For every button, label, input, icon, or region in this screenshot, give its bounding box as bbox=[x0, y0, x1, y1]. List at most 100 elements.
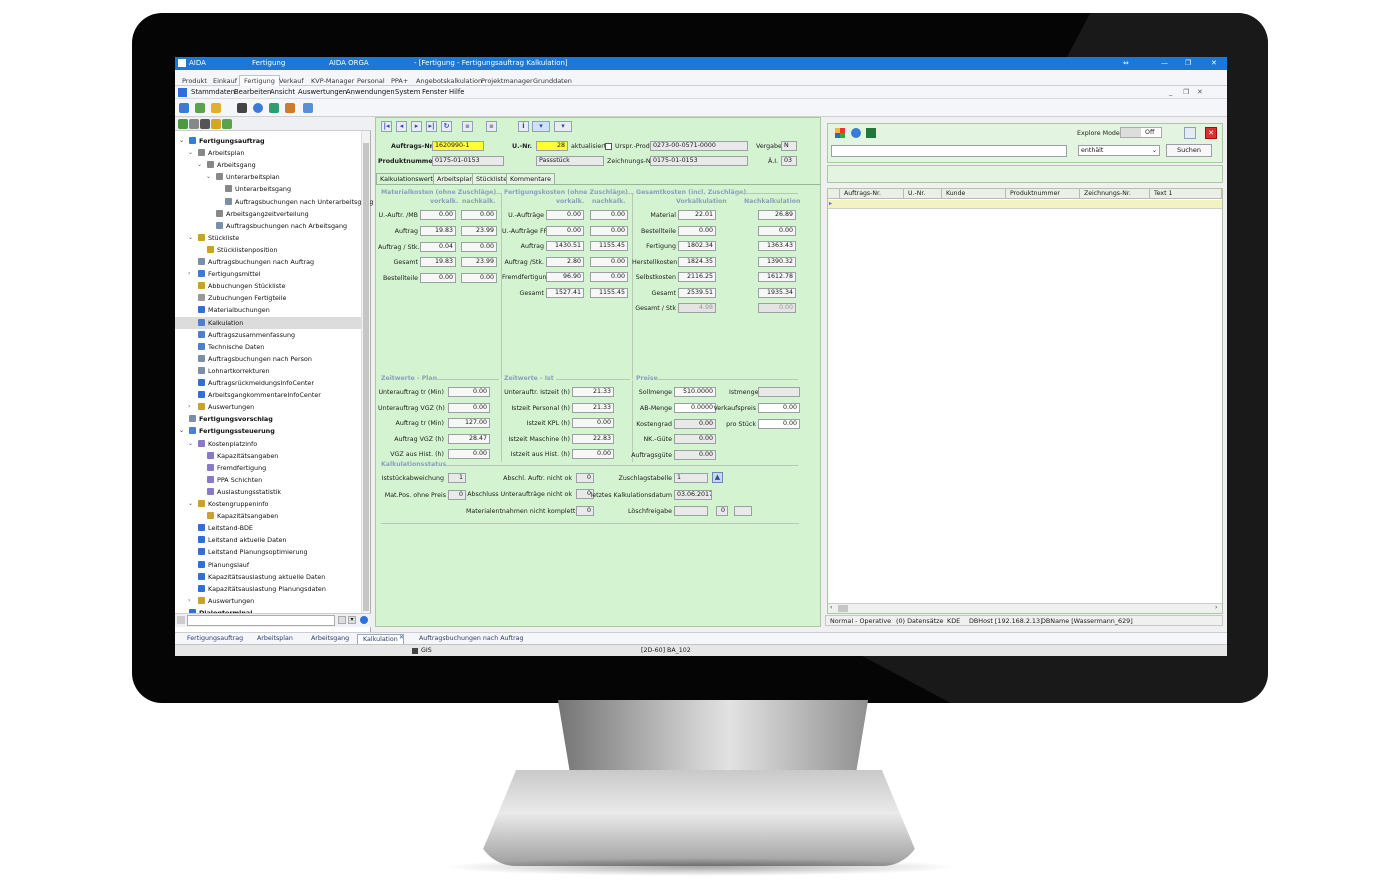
tree-item[interactable]: ⌄ Fertigungsauftrag bbox=[175, 135, 361, 147]
menu-stammdaten[interactable]: Stammdaten bbox=[191, 88, 235, 96]
nav-search-option-icon[interactable] bbox=[338, 616, 346, 624]
next-record-button[interactable]: ▸ bbox=[411, 121, 422, 132]
menu-fenster[interactable]: Fenster bbox=[422, 88, 447, 96]
loeschfreigabe-date-field[interactable] bbox=[674, 506, 708, 516]
tree-item[interactable]: Zubuchungen Fertigteile bbox=[175, 292, 361, 304]
time-field[interactable]: 28.47 bbox=[448, 433, 490, 444]
vorkalk-field[interactable]: 0.00 bbox=[546, 210, 584, 220]
match-mode-select[interactable]: enthält ⌄ bbox=[1078, 145, 1160, 156]
vorkalk-field[interactable]: 1527.41 bbox=[546, 288, 584, 298]
tree-item[interactable]: ArbeitsgangkommentareInfoCenter bbox=[175, 389, 361, 401]
search-button[interactable]: Suchen bbox=[1166, 144, 1212, 157]
expand-down-icon[interactable]: ⌄ bbox=[188, 438, 193, 450]
excel-export-icon[interactable] bbox=[866, 128, 876, 138]
grid-hscrollbar[interactable]: ‹ › bbox=[828, 603, 1222, 613]
nachkalk-field[interactable]: 0.00 bbox=[590, 272, 628, 283]
select-all-checkbox[interactable] bbox=[828, 189, 840, 199]
toolbar-folder-icon[interactable] bbox=[211, 103, 221, 113]
nachkalk-field[interactable]: 0.00 bbox=[590, 256, 628, 267]
wtab-close-icon[interactable]: ✕ bbox=[399, 634, 404, 641]
last-record-button[interactable]: ▸| bbox=[426, 121, 437, 132]
expand-down-icon[interactable]: ⌄ bbox=[179, 425, 184, 437]
nk-guete-field[interactable]: 0.00 bbox=[674, 434, 716, 444]
iststueck-field[interactable]: 1 bbox=[448, 473, 466, 483]
tree-item[interactable]: Auslastungsstatistik bbox=[175, 486, 361, 498]
time-field[interactable]: 0.00 bbox=[448, 449, 490, 460]
nachkalk-field[interactable]: 0.00 bbox=[461, 273, 497, 284]
nav-scrollbar[interactable] bbox=[361, 131, 370, 613]
tree-item[interactable]: ⌄ Kostengruppeninfo bbox=[175, 498, 361, 510]
vorkalk-field[interactable]: 0.00 bbox=[420, 210, 456, 220]
nachkalk-field[interactable]: 1155.45 bbox=[590, 288, 628, 298]
tree-item[interactable]: Kapazitätsauslastung aktuelle Daten bbox=[175, 571, 361, 583]
tree-item[interactable]: Abbuchungen Stückliste bbox=[175, 280, 361, 292]
nav-star-icon[interactable] bbox=[211, 119, 221, 129]
color-grid-icon[interactable] bbox=[835, 128, 845, 138]
toolbar-refresh-icon[interactable] bbox=[269, 103, 279, 113]
minimize-icon[interactable]: — bbox=[1161, 59, 1168, 67]
time-field[interactable]: 0.00 bbox=[572, 418, 614, 429]
expand-down-icon[interactable]: ⌄ bbox=[197, 159, 202, 171]
wtab-auftragsbuchungen[interactable]: Auftragsbuchungen nach Auftrag bbox=[414, 634, 529, 644]
vorkalk-field[interactable]: 4.98 bbox=[678, 303, 716, 313]
matpos-field[interactable]: 0 bbox=[448, 490, 466, 500]
delete-button[interactable]: ▪ bbox=[486, 121, 497, 132]
tree-item[interactable]: ⌄ Arbeitsgang bbox=[175, 159, 361, 171]
tree-item[interactable]: Stücklistenposition bbox=[175, 244, 361, 256]
expand-down-icon[interactable]: ⌄ bbox=[179, 135, 184, 147]
wtab-arbeitsgang[interactable]: Arbeitsgang bbox=[306, 634, 354, 644]
nav-search-go-icon[interactable] bbox=[360, 616, 368, 624]
loeschfreigabe-field[interactable]: 0 bbox=[716, 506, 728, 516]
scroll-left-icon[interactable]: ‹ bbox=[830, 604, 832, 611]
letztes-field[interactable]: 03.06.2017 bbox=[674, 490, 712, 500]
first-record-button[interactable]: |◂ bbox=[381, 121, 392, 132]
vorkalk-field[interactable]: 2539.51 bbox=[678, 287, 716, 298]
wtab-arbeitsplan[interactable]: Arbeitsplan bbox=[252, 634, 298, 644]
refresh-filter-icon[interactable] bbox=[851, 128, 861, 138]
ai-field[interactable]: 03 bbox=[781, 156, 797, 166]
toolbar-cone-icon[interactable] bbox=[253, 103, 263, 113]
mdi-close-icon[interactable]: ✕ bbox=[1197, 88, 1203, 96]
materialent-field[interactable]: 0 bbox=[576, 506, 594, 516]
tree-item[interactable]: Auftragsbuchungen nach Unterarbeitsgang bbox=[175, 196, 373, 208]
tree-item[interactable]: › Auswertungen bbox=[175, 595, 361, 607]
nav-tree-icon[interactable] bbox=[178, 119, 188, 129]
menu-hilfe[interactable]: Hilfe bbox=[449, 88, 464, 96]
tree-item[interactable]: Auftragsbuchungen nach Arbeitsgang bbox=[175, 220, 361, 232]
view-toggle-button[interactable]: ▾ bbox=[532, 121, 550, 132]
expand-down-icon[interactable]: ⌄ bbox=[206, 171, 211, 183]
auftragsguete-field[interactable]: 0.00 bbox=[674, 450, 716, 460]
time-field[interactable]: 0.00 bbox=[572, 449, 614, 460]
vorkalk-field[interactable]: 0.00 bbox=[678, 225, 716, 236]
tree-item[interactable]: Kapazitätsangaben bbox=[175, 510, 361, 522]
tree-item[interactable]: ⌄ Unterarbeitsplan bbox=[175, 171, 361, 183]
time-field[interactable]: 22.83 bbox=[572, 433, 614, 444]
tab-grunddaten[interactable]: Grunddaten bbox=[528, 75, 577, 86]
scroll-right-icon[interactable]: › bbox=[1215, 604, 1217, 611]
expand-right-icon[interactable]: › bbox=[188, 595, 190, 607]
save-button[interactable]: ▪ bbox=[462, 121, 473, 132]
tree-item[interactable]: Leitstand aktuelle Daten bbox=[175, 534, 361, 546]
vorkalk-field[interactable]: 0.00 bbox=[546, 225, 584, 236]
abschl-field[interactable]: 0 bbox=[576, 473, 594, 483]
restore-small-icon[interactable]: ⇔ bbox=[1123, 59, 1129, 67]
grid-new-row[interactable]: ▸ bbox=[828, 200, 1222, 209]
close-icon[interactable]: ✕ bbox=[1211, 59, 1217, 67]
vorkalk-field[interactable]: 2116.25 bbox=[678, 272, 716, 282]
pro-stueck-field[interactable]: 0.00 bbox=[758, 419, 800, 429]
tree-item[interactable]: Leitstand Planungsoptimierung bbox=[175, 546, 361, 558]
nachkalk-field[interactable]: 23.99 bbox=[461, 225, 497, 236]
tree-item[interactable]: › Auswertungen bbox=[175, 401, 361, 413]
nachkalk-field[interactable]: 0.00 bbox=[590, 225, 628, 236]
nachkalk-field[interactable]: 0.00 bbox=[758, 225, 796, 236]
tab-kommentare[interactable]: Kommentare bbox=[506, 173, 556, 184]
nachkalk-field[interactable]: 0.00 bbox=[461, 210, 497, 220]
vorkalk-field[interactable]: 1802.34 bbox=[678, 241, 716, 251]
tree-item[interactable]: AuftragsrückmeldungsInfoCenter bbox=[175, 377, 361, 389]
mdi-restore-icon[interactable]: ❐ bbox=[1183, 88, 1189, 96]
nav-search-icon[interactable] bbox=[189, 119, 199, 129]
app-menu-icon[interactable] bbox=[178, 88, 187, 97]
vorkalk-field[interactable]: 0.04 bbox=[420, 241, 456, 252]
tree-item[interactable]: Lohnartkorrekturen bbox=[175, 365, 361, 377]
wtab-kalkulation[interactable]: Kalkulation bbox=[357, 634, 404, 644]
